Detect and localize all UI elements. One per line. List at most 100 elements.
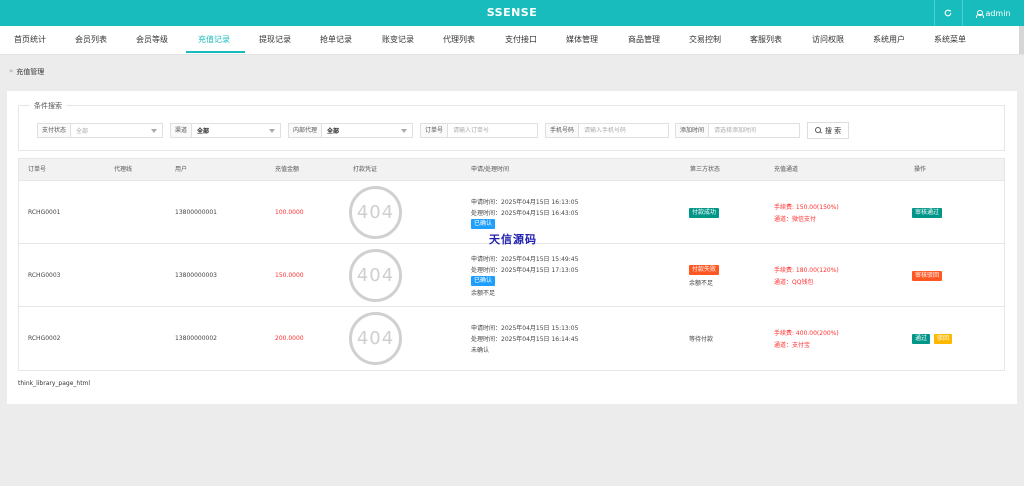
add-time-label: 添加时间 <box>676 124 710 137</box>
channel-cell: 手续费: 400.00(200%) 通道：支付宝 <box>774 307 839 370</box>
pass-button[interactable]: 通过 <box>912 333 931 344</box>
nav-item-account-change[interactable]: 账变记录 <box>382 26 414 54</box>
phone-input[interactable] <box>579 127 668 134</box>
channel-text: 通道：微信支付 <box>774 216 817 223</box>
nav-item-system-users[interactable]: 系统用户 <box>873 26 905 54</box>
status-text: 余额不足 <box>689 279 714 287</box>
nav-item-system-menu[interactable]: 系统菜单 <box>934 26 966 54</box>
status-badge: 付款失败 <box>689 264 720 275</box>
search-button-label: 搜 索 <box>824 126 842 135</box>
refresh-icon <box>944 9 951 17</box>
nav-item-payment-api[interactable]: 支付接口 <box>505 26 537 54</box>
order-no-input[interactable] <box>448 127 537 134</box>
channel-cell: 手续费: 180.00(120%) 通道：QQ钱包 <box>774 244 839 307</box>
row-order-no: RCHG0001 <box>28 209 61 216</box>
note-text: 未确认 <box>471 347 490 354</box>
add-time-field[interactable]: 添加时间 <box>675 123 800 138</box>
col-time: 申请/处理时间 <box>471 166 510 173</box>
apply-time: 申请时间：2025年04月15日 15:49:45 <box>471 256 579 263</box>
ops-cell: 审核通过 <box>912 181 943 244</box>
main-panel: 条件搜索 支付状态 全部 渠道 全部 内部代理 全部 订单号 手机号码 添加时间 <box>7 91 1017 404</box>
active-tab-indicator <box>186 51 245 53</box>
process-time: 处理时间：2025年04月15日 16:43:05 <box>471 209 579 217</box>
nav-item-member-level[interactable]: 会员等级 <box>136 26 168 54</box>
channel-cell: 手续费: 150.00(150%) 通道：微信支付 <box>774 181 839 244</box>
third-status-cell: 付款成功 <box>689 181 720 244</box>
channel-text: 通道：QQ钱包 <box>774 279 814 286</box>
nav-item-access-rights[interactable]: 访问权限 <box>812 26 844 54</box>
col-agent-line: 代理线 <box>114 166 133 173</box>
table-row: RCHG0003 13800000003 150.0000 404 申请时间：2… <box>19 244 1004 307</box>
search-icon <box>814 127 822 134</box>
filter-box: 条件搜索 支付状态 全部 渠道 全部 内部代理 全部 订单号 手机号码 添加时间 <box>18 101 1005 151</box>
col-user: 用户 <box>175 166 188 173</box>
row-amount: 100.0000 <box>275 209 304 216</box>
ops-cell: 通过 驳回 <box>912 307 953 370</box>
row-amount: 200.0000 <box>275 335 304 342</box>
watermark-text: 天信源码 <box>489 233 537 246</box>
agent-value: 全部 <box>327 128 340 135</box>
row-order-no: RCHG0003 <box>28 272 61 279</box>
agent-label: 内部代理 <box>289 124 323 137</box>
col-order-no: 订单号 <box>28 166 47 173</box>
channel-select[interactable]: 渠道 全部 <box>170 123 281 138</box>
app-title: SSENSE <box>486 6 538 19</box>
third-status-cell: 等待付款 <box>689 307 713 370</box>
third-status-cell: 付款失败 余额不足 <box>689 244 720 307</box>
breadcrumb: » 充值管理 <box>9 67 44 77</box>
row-user: 13800000001 <box>175 209 217 216</box>
row-order-no: RCHG0002 <box>28 335 61 342</box>
pay-status-select[interactable]: 支付状态 全部 <box>37 123 163 138</box>
nav-item-goods-manage[interactable]: 商品管理 <box>628 26 660 54</box>
reject-button[interactable]: 审核驳回 <box>912 270 943 281</box>
table-row: RCHG0002 13800000002 200.0000 404 申请时间：2… <box>19 307 1004 370</box>
nav-item-grab-order-records[interactable]: 抢单记录 <box>320 26 352 54</box>
channel-value: 全部 <box>197 128 210 135</box>
payment-proof-image[interactable]: 404 <box>349 312 402 365</box>
fee-text: 手续费: 400.00(200%) <box>774 330 839 337</box>
agent-select[interactable]: 内部代理 全部 <box>288 123 413 138</box>
payment-proof-image[interactable]: 404 <box>349 186 402 239</box>
add-time-input[interactable] <box>709 127 799 134</box>
refresh-button[interactable] <box>934 0 960 26</box>
confirmed-badge: 已确认 <box>471 218 496 229</box>
process-time: 处理时间：2025年04月15日 17:13:05 <box>471 267 579 274</box>
note-text: 余额不足 <box>471 290 496 297</box>
order-no-label: 订单号 <box>421 124 449 137</box>
reject-button[interactable]: 驳回 <box>934 333 953 344</box>
process-time: 处理时间：2025年04月15日 16:14:45 <box>471 336 579 343</box>
phone-field[interactable]: 手机号码 <box>545 123 669 138</box>
top-bar: SSENSE admin <box>0 0 1024 26</box>
col-amount: 充值金额 <box>275 166 300 173</box>
nav-item-member-list[interactable]: 会员列表 <box>75 26 107 54</box>
col-third-status: 第三方状态 <box>690 166 721 173</box>
col-channel: 充值通道 <box>774 166 799 173</box>
nav-item-media-manage[interactable]: 媒体管理 <box>566 26 598 54</box>
order-no-field[interactable]: 订单号 <box>420 123 538 138</box>
nav-item-service-list[interactable]: 客服列表 <box>750 26 782 54</box>
col-ops: 操作 <box>914 166 927 173</box>
row-amount: 150.0000 <box>275 272 304 279</box>
status-text: 等待付款 <box>689 336 714 343</box>
ops-cell: 审核驳回 <box>912 244 943 307</box>
fee-text: 手续费: 150.00(150%) <box>774 204 839 211</box>
apply-time: 申请时间：2025年04月15日 16:13:05 <box>471 198 579 206</box>
breadcrumb-current: 充值管理 <box>16 68 45 76</box>
approve-button[interactable]: 审核通过 <box>912 207 943 218</box>
phone-label: 手机号码 <box>546 124 580 137</box>
nav-item-agent-list[interactable]: 代理列表 <box>443 26 475 54</box>
row-user: 13800000003 <box>175 272 217 279</box>
payment-proof-image[interactable]: 404 <box>349 249 402 302</box>
nav-item-home-stats[interactable]: 首页统计 <box>14 26 46 54</box>
channel-label: 渠道 <box>171 124 193 137</box>
user-icon <box>976 9 985 18</box>
chevron-down-icon <box>269 129 275 133</box>
time-cell: 申请时间：2025年04月15日 15:13:05 处理时间：2025年04月1… <box>471 307 578 370</box>
nav-item-withdraw-records[interactable]: 提现记录 <box>259 26 291 54</box>
nav-item-trade-control[interactable]: 交易控制 <box>689 26 721 54</box>
nav-scrollbar[interactable] <box>1019 26 1024 54</box>
user-menu[interactable]: admin <box>962 0 1024 26</box>
search-button[interactable]: 搜 索 <box>807 122 849 139</box>
nav-item-recharge-records[interactable]: 充值记录 <box>198 26 230 54</box>
row-user: 13800000002 <box>175 335 217 342</box>
